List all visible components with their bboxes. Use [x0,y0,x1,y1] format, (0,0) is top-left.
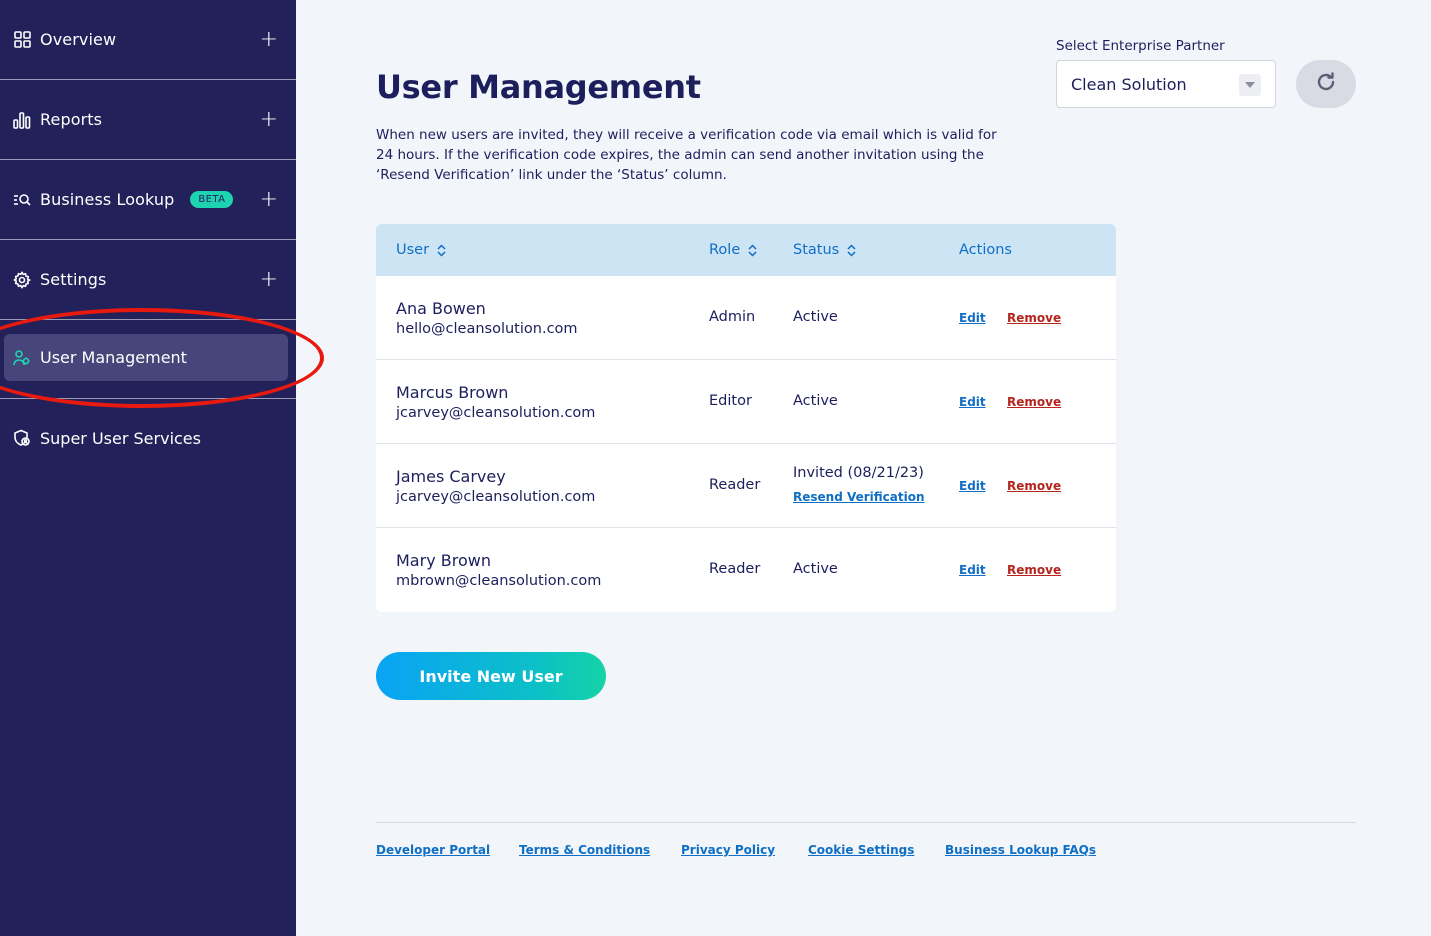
bar-chart-icon [12,110,32,130]
sidebar-item-super-user-services[interactable]: Super User Services [0,418,296,458]
dropdown-caret-icon [1239,74,1261,96]
user-role: Reader [709,477,761,493]
user-role: Editor [709,393,752,409]
expand-icon[interactable]: + [260,188,278,211]
gear-icon [12,270,32,290]
refresh-icon [1315,71,1337,97]
sidebar-item-label: Overview [40,30,117,49]
user-name: Mary Brown [396,551,491,570]
footer-link-business-lookup-faqs[interactable]: Business Lookup FAQs [945,843,1096,857]
user-name: James Carvey [396,467,506,486]
user-email: jcarvey@cleansolution.com [396,405,596,421]
sidebar-item-settings[interactable]: Settings + [0,240,296,320]
footer-link-developer-portal[interactable]: Developer Portal [376,843,490,857]
footer-link-privacy[interactable]: Privacy Policy [681,843,775,857]
expand-icon[interactable]: + [260,28,278,51]
resend-verification-link[interactable]: Resend Verification [793,490,925,504]
user-email: jcarvey@cleansolution.com [396,489,596,505]
sidebar-item-overview[interactable]: Overview + [0,0,296,80]
sort-icon [748,243,757,257]
edit-link[interactable]: Edit [959,563,986,577]
partner-select-label: Select Enterprise Partner [1056,38,1225,54]
footer-link-cookie-settings[interactable]: Cookie Settings [808,843,914,857]
column-header-actions: Actions [959,224,1012,276]
expand-icon[interactable]: + [260,268,278,291]
column-header-role[interactable]: Role [709,224,757,276]
sidebar-item-label: Business Lookup [40,190,175,209]
refresh-button[interactable] [1296,60,1356,108]
edit-link[interactable]: Edit [959,395,986,409]
user-status: Invited (08/21/23) [793,465,924,481]
user-status: Active [793,393,838,409]
remove-link[interactable]: Remove [1007,395,1061,409]
remove-link[interactable]: Remove [1007,563,1061,577]
user-email: hello@cleansolution.com [396,321,578,337]
beta-badge: BETA [190,191,234,208]
column-header-status[interactable]: Status [793,224,856,276]
user-name: Ana Bowen [396,299,486,318]
sort-icon [437,243,446,257]
footer-divider [376,822,1356,823]
sidebar-item-business-lookup[interactable]: Business Lookup BETA + [0,160,296,240]
users-icon [12,348,32,368]
sidebar-item-reports[interactable]: Reports + [0,80,296,160]
edit-link[interactable]: Edit [959,311,986,325]
sort-icon [847,243,856,257]
table-header: User Role Status Actions [376,224,1116,276]
table-row: Ana Bowen hello@cleansolution.com Admin … [376,276,1116,360]
footer-link-terms[interactable]: Terms & Conditions [519,843,650,857]
users-table: User Role Status Actions Ana Bowen hello… [376,224,1116,612]
sidebar-item-user-management[interactable]: User Management [4,334,288,381]
page-description: When new users are invited, they will re… [376,127,997,183]
table-row: Marcus Brown jcarvey@cleansolution.com E… [376,360,1116,444]
user-status: Active [793,561,838,577]
remove-link[interactable]: Remove [1007,479,1061,493]
user-name: Marcus Brown [396,383,509,402]
column-header-label: Status [793,242,840,258]
partner-select-value: Clean Solution [1071,74,1187,94]
column-header-label: User [396,242,430,258]
list-search-icon [12,190,32,210]
user-role: Admin [709,309,756,325]
column-header-label: Role [709,242,741,258]
page-title: User Management [376,68,701,106]
sidebar-item-label: Super User Services [40,428,201,448]
enterprise-partner-select[interactable]: Clean Solution [1056,60,1276,108]
table-row: Mary Brown mbrown@cleansolution.com Read… [376,528,1116,612]
sidebar-item-label: User Management [40,348,187,367]
edit-link[interactable]: Edit [959,479,986,493]
user-email: mbrown@cleansolution.com [396,573,602,589]
sidebar: Overview + Reports + Business Lookup BET… [0,0,296,936]
column-header-user[interactable]: User [396,224,446,276]
shield-user-icon [12,428,32,448]
grid-icon [12,30,32,50]
user-status: Active [793,309,838,325]
expand-icon[interactable]: + [260,108,278,131]
table-row: James Carvey jcarvey@cleansolution.com R… [376,444,1116,528]
sidebar-item-label: Settings [40,270,107,289]
remove-link[interactable]: Remove [1007,311,1061,325]
invite-new-user-button[interactable]: Invite New User [376,652,606,700]
user-role: Reader [709,561,761,577]
sidebar-item-label: Reports [40,110,103,129]
column-header-label: Actions [959,242,1012,258]
